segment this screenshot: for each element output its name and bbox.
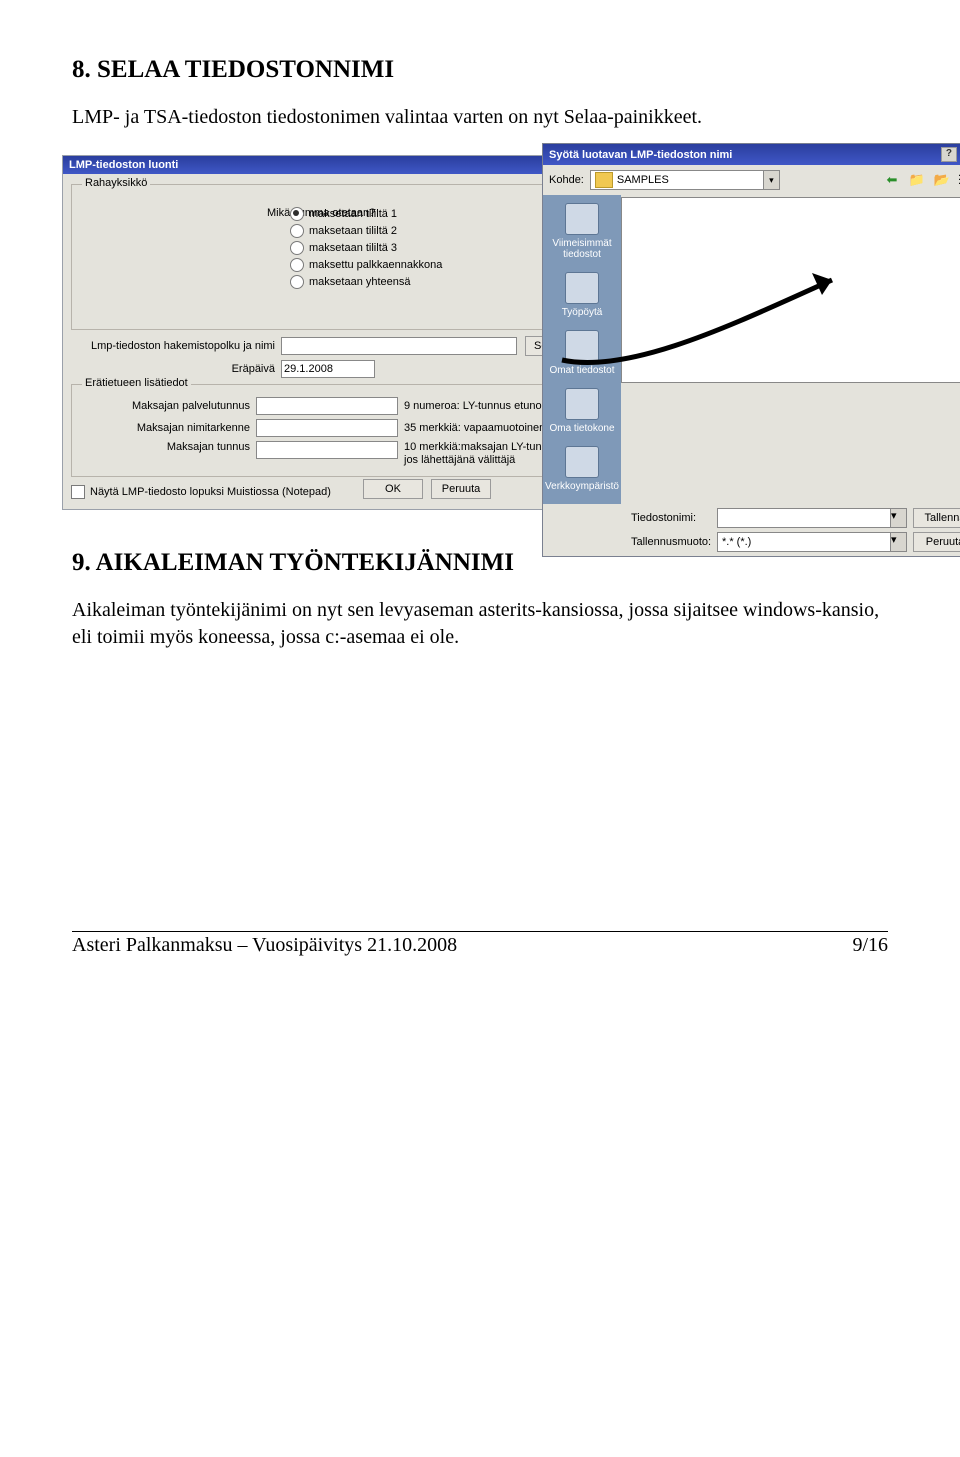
maksajantunnus-input[interactable]	[256, 441, 398, 459]
radio-label: maksetaan tililtä 2	[309, 225, 397, 237]
places-recent[interactable]: Viimeisimmät tiedostot	[543, 199, 621, 268]
places-network[interactable]: Verkkoympäristö	[543, 442, 621, 500]
place-label: Omat tiedostot	[549, 365, 614, 376]
section-9-para: Aikaleiman työntekijänimi on nyt sen lev…	[72, 597, 888, 651]
up-folder-icon[interactable]: 📁	[907, 170, 927, 190]
chevron-down-icon[interactable]: ▾	[763, 171, 779, 189]
filetype-label: Tallennusmuoto:	[631, 536, 711, 548]
filename-label: Tiedostonimi:	[631, 512, 711, 524]
place-label: Verkkoympäristö	[545, 481, 619, 492]
footer-page-number: 9/16	[852, 934, 888, 957]
maksajantunnus-label: Maksajan tunnus	[80, 441, 256, 453]
section-8-heading: 8. SELAA TIEDOSTONNIMI	[72, 56, 888, 84]
group-rahayksikko-label: Rahayksikkö	[82, 177, 150, 189]
cancel-button[interactable]: Peruuta	[913, 532, 960, 552]
help-icon[interactable]: ?	[941, 147, 957, 162]
target-label: Kohde:	[549, 174, 584, 186]
places-mydocs[interactable]: Omat tiedostot	[543, 326, 621, 384]
back-icon[interactable]: ⬅	[882, 170, 902, 190]
places-desktop[interactable]: Työpöytä	[543, 268, 621, 326]
folder-icon	[595, 172, 613, 188]
radio-label: maksetaan yhteensä	[309, 276, 411, 288]
ok-button[interactable]: OK	[363, 479, 423, 499]
target-folder-combo[interactable]: SAMPLES ▾	[590, 170, 780, 190]
sum-question-label: Mikä summa otetaan?	[267, 207, 375, 219]
target-folder-name: SAMPLES	[617, 174, 763, 186]
radio-label: maksettu palkkaennakkona	[309, 259, 442, 271]
place-label: Työpöytä	[562, 307, 603, 318]
due-date-input[interactable]	[281, 360, 375, 378]
show-notepad-label: Näytä LMP-tiedosto lopuksi Muistiossa (N…	[90, 486, 331, 498]
group-eratietueen-label: Erätietueen lisätiedot	[82, 377, 191, 389]
cancel-button[interactable]: Peruuta	[431, 479, 491, 499]
file-list-area[interactable]	[621, 197, 960, 383]
places-bar: Viimeisimmät tiedostot Työpöytä Omat tie…	[543, 195, 621, 504]
nimitarkenne-input[interactable]	[256, 419, 398, 437]
filename-combo[interactable]: ▾	[717, 508, 907, 528]
footer-left: Asteri Palkanmaksu – Vuosipäivitys 21.10…	[72, 934, 457, 957]
date-label: Eräpäivä	[71, 363, 281, 375]
lmp-path-input[interactable]	[281, 337, 517, 355]
place-label: Viimeisimmät tiedostot	[552, 238, 611, 260]
radio-label: maksetaan tililtä 3	[309, 242, 397, 254]
file-save-dialog: Syötä luotavan LMP-tiedoston nimi ? × Ko…	[542, 143, 960, 557]
palvelutunnus-label: Maksajan palvelutunnus	[80, 400, 256, 412]
places-mycomputer[interactable]: Oma tietokone	[543, 384, 621, 442]
file-save-title: Syötä luotavan LMP-tiedoston nimi	[549, 149, 732, 161]
new-folder-icon[interactable]: 📂	[932, 170, 952, 190]
palvelutunnus-input[interactable]	[256, 397, 398, 415]
section-8-para: LMP- ja TSA-tiedoston tiedostonimen vali…	[72, 104, 888, 131]
show-notepad-checkbox[interactable]	[71, 485, 85, 499]
path-label: Lmp-tiedoston hakemistopolku ja nimi	[71, 340, 281, 352]
nimitarkenne-label: Maksajan nimitarkenne	[80, 422, 256, 434]
place-label: Oma tietokone	[549, 423, 614, 434]
filetype-combo[interactable]: *.* (*.)▾	[717, 532, 907, 552]
save-button[interactable]: Tallenna	[913, 508, 960, 528]
filetype-value: *.* (*.)	[718, 536, 890, 548]
